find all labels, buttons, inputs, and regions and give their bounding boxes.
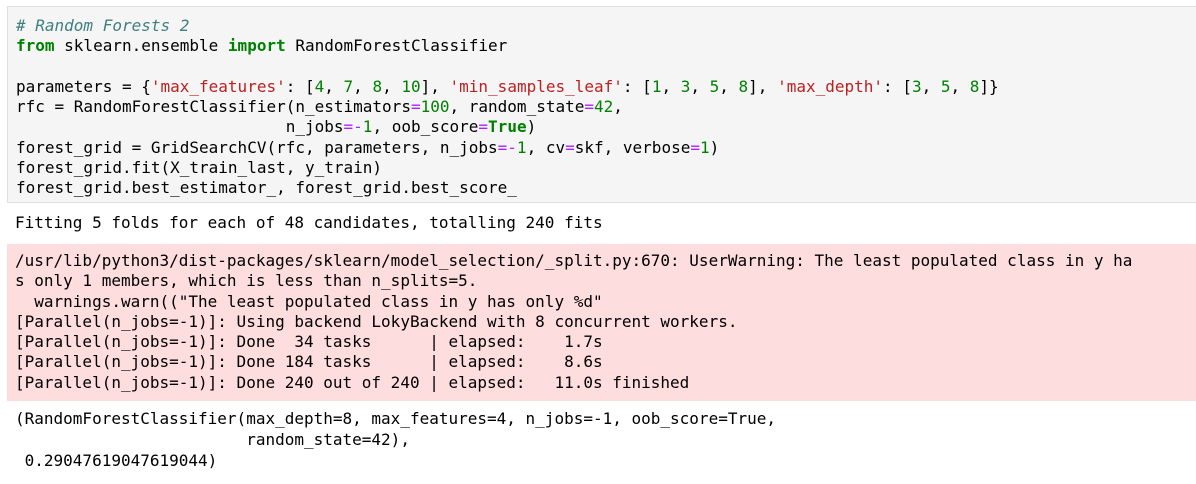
number-literal: 7 — [343, 76, 354, 96]
stderr-line: [Parallel(n_jobs=-1)]: Done 240 out of 2… — [15, 372, 690, 392]
number-literal: 8 — [969, 76, 980, 96]
number-literal: 1 — [651, 76, 662, 96]
number-literal: 1 — [362, 117, 373, 137]
operator: = — [343, 117, 354, 137]
operator: = — [478, 117, 489, 137]
code-text: : [ — [883, 76, 912, 96]
result-line: 0.29047619047619044) — [15, 451, 218, 470]
stderr-line: [Parallel(n_jobs=-1)]: Done 184 tasks | … — [15, 352, 603, 372]
stderr-line: /usr/lib/python3/dist-packages/sklearn/m… — [15, 251, 1133, 270]
number-literal: 5 — [940, 76, 951, 96]
number-literal: 100 — [420, 97, 450, 117]
operator: - — [507, 137, 517, 157]
code-text: ], — [748, 76, 778, 96]
number-literal: 1 — [699, 137, 710, 157]
code-text: n_jobs — [16, 117, 344, 137]
import-name: RandomForestClassifier — [285, 36, 508, 56]
number-literal: 3 — [911, 76, 922, 96]
module-name: sklearn.ensemble — [54, 36, 228, 56]
bool-literal: True — [488, 117, 527, 137]
code-text: ], — [420, 76, 450, 96]
code-text: skf — [574, 137, 604, 157]
stderr-line: [Parallel(n_jobs=-1)]: Using backend Lok… — [15, 311, 738, 331]
operator: = — [584, 97, 594, 117]
operator: = — [410, 97, 421, 117]
keyword-from: from — [16, 36, 55, 56]
code-text: : [ — [285, 76, 315, 96]
code-text: forest_grid.best_estimator_, forest_grid… — [16, 178, 517, 198]
number-literal: 8 — [372, 76, 383, 96]
stdout-output: Fitting 5 folds for each of 48 candidate… — [15, 213, 603, 232]
code-text: , cv — [526, 137, 566, 157]
number-literal: 3 — [680, 76, 691, 96]
number-literal: 4 — [314, 76, 325, 96]
code-text: rfc = RandomForestClassifier(n_estimator… — [16, 97, 411, 117]
stderr-line: s only 1 members, which is less than n_s… — [15, 271, 478, 291]
code-input-cell[interactable]: # Random Forests 2 from sklearn.ensemble… — [7, 6, 1196, 203]
code-text: , — [613, 97, 623, 117]
code-text: forest_grid = GridSearchCV(rfc, paramete… — [16, 137, 498, 157]
string-literal: 'min_samples_leaf' — [449, 76, 623, 96]
code-text: ) — [709, 137, 720, 157]
code-text: , random_state — [449, 97, 585, 117]
code-text: ) — [526, 117, 537, 137]
number-literal: 42 — [594, 97, 614, 117]
stderr-output: /usr/lib/python3/dist-packages/sklearn/m… — [7, 244, 1196, 401]
params-prefix: parameters = { — [16, 76, 151, 96]
number-literal: 8 — [738, 76, 749, 96]
code-text: : [ — [622, 76, 652, 96]
string-literal: 'max_depth' — [777, 76, 884, 96]
code-editor[interactable]: # Random Forests 2 from sklearn.ensemble… — [16, 16, 999, 199]
operator: - — [353, 117, 363, 137]
code-comment: # Random Forests 2 — [16, 16, 190, 35]
code-text: , verbose — [603, 137, 691, 157]
result-line: (RandomForestClassifier(max_depth=8, max… — [15, 409, 776, 428]
stderr-line: [Parallel(n_jobs=-1)]: Done 34 tasks | e… — [15, 332, 603, 352]
code-text: , oob_score — [372, 117, 479, 137]
number-literal: 1 — [516, 137, 527, 157]
stderr-text: /usr/lib/python3/dist-packages/sklearn/m… — [15, 251, 1132, 393]
code-text: ]} — [979, 76, 999, 96]
result-output: (RandomForestClassifier(max_depth=8, max… — [15, 408, 776, 471]
result-line: random_state=42), — [15, 430, 410, 449]
code-text: forest_grid.fit(X_train_last, y_train) — [16, 158, 383, 178]
stderr-line: warnings.warn(("The least populated clas… — [15, 291, 603, 311]
operator: = — [690, 137, 700, 157]
operator: = — [497, 137, 508, 157]
keyword-import: import — [227, 36, 286, 56]
number-literal: 10 — [401, 76, 421, 96]
operator: = — [565, 137, 575, 157]
string-literal: 'max_features' — [150, 76, 286, 96]
number-literal: 5 — [709, 76, 720, 96]
